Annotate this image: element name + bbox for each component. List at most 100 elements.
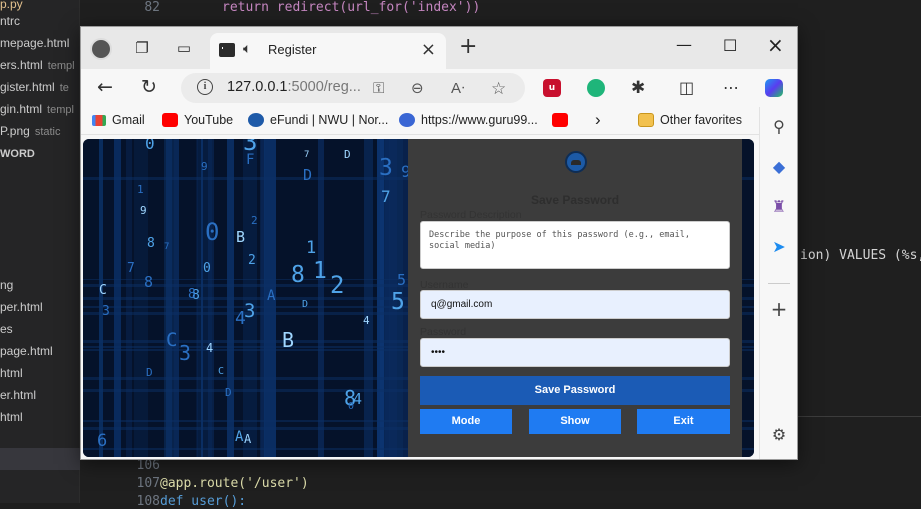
- copilot-icon[interactable]: [765, 79, 783, 97]
- ublock-icon[interactable]: u: [543, 79, 561, 97]
- settings-gear-icon[interactable]: ⚙: [769, 425, 789, 445]
- svg-text:0: 0: [203, 261, 211, 276]
- svg-text:B: B: [236, 228, 245, 246]
- svg-text:D: D: [302, 299, 308, 310]
- explorer-file[interactable]: per.html: [0, 300, 43, 314]
- svg-text:D: D: [225, 386, 232, 399]
- code-line[interactable]: ion) VALUES (%s,: [800, 248, 921, 263]
- explorer-file-register[interactable]: gister.html te: [0, 80, 69, 94]
- svg-text:D: D: [303, 166, 312, 184]
- svg-text:C: C: [99, 283, 107, 298]
- games-icon[interactable]: ♜: [769, 197, 789, 217]
- description-textarea[interactable]: Describe the purpose of this password (e…: [420, 221, 730, 269]
- bookmark-youtube-2[interactable]: [552, 113, 574, 127]
- svg-text:C: C: [218, 366, 224, 377]
- bookmark-youtube[interactable]: YouTube: [162, 113, 233, 127]
- explorer-section-header[interactable]: WORD: [0, 148, 35, 160]
- line-number: 106: [136, 458, 160, 473]
- extension-green-icon[interactable]: [587, 79, 605, 97]
- favorite-star-icon[interactable]: ☆: [491, 79, 506, 99]
- bookmark-other-favorites[interactable]: Other favorites: [638, 113, 742, 127]
- svg-text:8: 8: [147, 236, 155, 251]
- minimize-button[interactable]: —: [676, 35, 692, 54]
- close-tab-icon[interactable]: ×: [421, 39, 436, 60]
- bookmark-guru99[interactable]: https://www.guru99...: [399, 113, 538, 127]
- tab-actions-icon[interactable]: ▭: [173, 37, 195, 59]
- back-button[interactable]: ←: [97, 77, 113, 97]
- workspaces-icon[interactable]: ❐: [131, 37, 153, 59]
- selected-file-highlight: [0, 448, 80, 470]
- code-line[interactable]: return redirect(url_for('index')): [222, 0, 480, 15]
- mode-button[interactable]: Mode: [420, 409, 512, 434]
- terminal-icon: [219, 43, 235, 57]
- chevron-right-icon[interactable]: ›: [595, 110, 601, 130]
- close-window-button[interactable]: ×: [767, 33, 784, 57]
- svg-text:1: 1: [137, 183, 144, 196]
- explorer-file-app-py[interactable]: p.py: [0, 0, 23, 11]
- shopping-tag-icon[interactable]: ◆: [769, 157, 789, 177]
- site-info-icon[interactable]: i: [197, 79, 213, 95]
- gmail-icon: [92, 114, 106, 126]
- key-icon[interactable]: ⚿: [373, 79, 384, 97]
- read-aloud-icon[interactable]: Aᐧ: [451, 79, 465, 97]
- svg-text:7: 7: [164, 242, 169, 252]
- bookmark-efundi[interactable]: eFundi | NWU | Nor...: [248, 113, 388, 127]
- explorer-file[interactable]: html: [0, 410, 23, 424]
- youtube-icon: [552, 113, 568, 127]
- save-password-button[interactable]: Save Password: [420, 376, 730, 405]
- divider: [768, 283, 790, 284]
- browser-navbar: ← ↻ i 127.0.0.1:5000/reg... ⚿ ⊖ Aᐧ ☆ u ✱…: [81, 69, 797, 107]
- browser-sidebar: ⚲ ◆ ♜ ➤ + ⚙: [759, 107, 797, 459]
- svg-text:2: 2: [330, 271, 344, 299]
- explorer-file[interactable]: html: [0, 366, 23, 380]
- explorer-file[interactable]: er.html: [0, 388, 36, 402]
- new-tab-button[interactable]: +: [459, 36, 477, 58]
- maximize-button[interactable]: ☐: [723, 36, 737, 55]
- extensions-puzzle-icon[interactable]: ✱: [631, 79, 649, 97]
- svg-text:4: 4: [363, 314, 370, 327]
- split-screen-icon[interactable]: ◫: [679, 79, 697, 97]
- speaker-icon[interactable]: 🔈︎: [243, 41, 251, 57]
- svg-text:8: 8: [188, 287, 196, 302]
- svg-text:0: 0: [145, 139, 155, 153]
- exit-button[interactable]: Exit: [637, 409, 730, 434]
- folder-icon: [638, 113, 654, 127]
- tab-register[interactable]: 🔈︎ Register ×: [210, 33, 446, 69]
- svg-text:9: 9: [140, 204, 147, 217]
- line-number: 82: [144, 0, 160, 15]
- efundi-icon: [248, 113, 264, 127]
- code-line[interactable]: def user():: [160, 494, 246, 509]
- explorer-file[interactable]: es: [0, 322, 13, 336]
- show-button[interactable]: Show: [529, 409, 621, 434]
- svg-text:A: A: [235, 429, 244, 445]
- add-icon[interactable]: +: [769, 297, 789, 321]
- bookmark-gmail[interactable]: Gmail: [92, 113, 145, 127]
- explorer-file-env[interactable]: ntrc: [0, 14, 20, 28]
- svg-text:6: 6: [97, 431, 107, 451]
- svg-text:7: 7: [381, 187, 391, 206]
- svg-text:C: C: [166, 329, 177, 351]
- send-icon[interactable]: ➤: [769, 237, 789, 257]
- refresh-button[interactable]: ↻: [141, 77, 157, 97]
- explorer-file-users[interactable]: ers.html templ: [0, 58, 75, 72]
- search-icon[interactable]: ⚲: [769, 117, 789, 137]
- explorer-file[interactable]: ng: [0, 278, 13, 292]
- app-logo-icon: [565, 151, 587, 173]
- explorer-file-login[interactable]: gin.html templ: [0, 102, 74, 116]
- zoom-out-icon[interactable]: ⊖: [411, 79, 424, 97]
- more-options-icon[interactable]: ⋯: [723, 79, 741, 97]
- profile-avatar[interactable]: [90, 38, 112, 60]
- svg-text:D: D: [344, 148, 351, 161]
- code-line[interactable]: @app.route('/user'): [160, 476, 309, 491]
- username-input[interactable]: q@gmail.com: [420, 290, 730, 319]
- address-bar[interactable]: i 127.0.0.1:5000/reg... ⚿ ⊖ Aᐧ ☆: [181, 73, 525, 103]
- svg-text:9: 9: [201, 160, 208, 173]
- explorer-file[interactable]: page.html: [0, 344, 53, 358]
- svg-text:0: 0: [205, 218, 219, 246]
- explorer-file-png[interactable]: P.png static: [0, 124, 61, 138]
- explorer-file-homepage[interactable]: mepage.html: [0, 36, 74, 50]
- password-input[interactable]: ••••: [420, 338, 730, 367]
- password-label: Password: [420, 326, 467, 338]
- url-text[interactable]: 127.0.0.1:5000/reg...: [227, 79, 361, 95]
- browser-titlebar: ❐ ▭ 🔈︎ Register × + — ☐ ×: [81, 27, 797, 69]
